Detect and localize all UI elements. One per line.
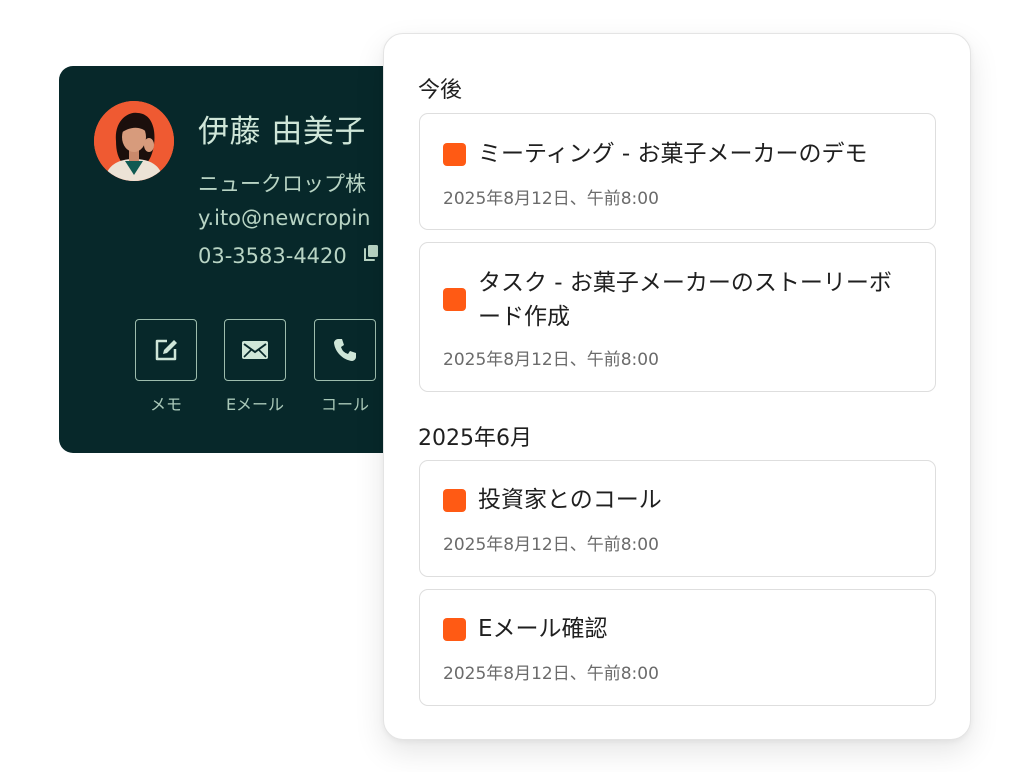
email-label: Eメール xyxy=(225,395,285,414)
activity-marker xyxy=(443,288,466,311)
contact-phone-row: 03-3583-4420 xyxy=(198,244,379,269)
activity-title: ミーティング - お菓子メーカーのデモ xyxy=(478,141,868,167)
activity-panel: 今後 ミーティング - お菓子メーカーのデモ 2025年8月12日、午前8:00… xyxy=(383,33,971,740)
avatar-photo xyxy=(94,101,174,181)
activity-title: 投資家とのコール xyxy=(478,487,662,513)
activity-date: 2025年8月12日、午前8:00 xyxy=(443,189,659,209)
activity-marker xyxy=(443,143,466,166)
activity-date: 2025年8月12日、午前8:00 xyxy=(443,535,659,555)
edit-icon xyxy=(155,339,177,361)
copy-icon[interactable] xyxy=(363,243,379,267)
activity-title: タスク - お菓子メーカーのストーリーボード作成 xyxy=(478,270,892,330)
section-title-june: 2025年6月 xyxy=(418,426,532,451)
activity-item[interactable]: ミーティング - お菓子メーカーのデモ 2025年8月12日、午前8:00 xyxy=(419,113,936,230)
avatar xyxy=(94,101,174,181)
call-button[interactable] xyxy=(314,319,376,381)
section-title-upcoming: 今後 xyxy=(418,78,463,103)
memo-button[interactable] xyxy=(135,319,197,381)
memo-action: メモ xyxy=(133,319,199,415)
activity-item[interactable]: タスク - お菓子メーカーのストーリーボード作成 2025年8月12日、午前8:… xyxy=(419,242,936,392)
activity-marker xyxy=(443,618,466,641)
contact-phone[interactable]: 03-3583-4420 xyxy=(198,244,347,268)
call-action: コール xyxy=(312,319,378,415)
activity-item[interactable]: 投資家とのコール 2025年8月12日、午前8:00 xyxy=(419,460,936,577)
activity-marker xyxy=(443,489,466,512)
contact-company: ニュークロップ株 xyxy=(198,172,366,196)
email-action: Eメール xyxy=(222,319,288,415)
activity-title: Eメール確認 xyxy=(478,616,608,642)
activity-item[interactable]: Eメール確認 2025年8月12日、午前8:00 xyxy=(419,589,936,706)
activity-date: 2025年8月12日、午前8:00 xyxy=(443,664,659,684)
activity-date: 2025年8月12日、午前8:00 xyxy=(443,350,659,370)
call-label: コール xyxy=(320,395,369,414)
email-button[interactable] xyxy=(224,319,286,381)
contact-email[interactable]: y.ito@newcropin xyxy=(198,206,370,230)
contact-name: 伊藤 由美子 xyxy=(198,114,366,150)
phone-icon xyxy=(334,339,356,361)
memo-label: メモ xyxy=(149,395,182,414)
mail-icon xyxy=(242,341,268,359)
